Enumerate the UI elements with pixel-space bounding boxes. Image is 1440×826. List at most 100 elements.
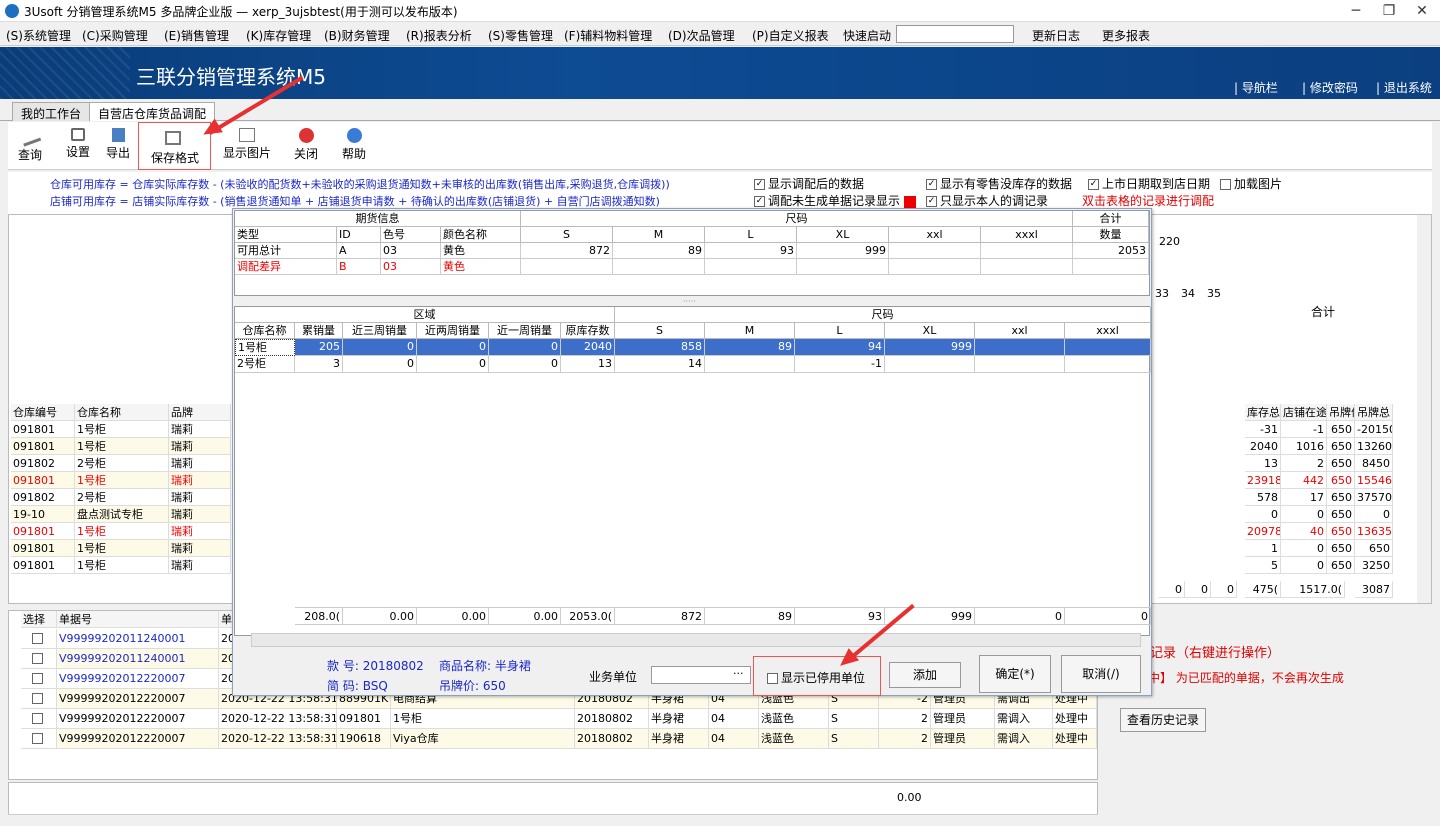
table-row-cell[interactable]: 0 [417,339,489,356]
table-row-cell[interactable]: 0 [343,356,417,373]
table-cell: 136357 [1355,523,1393,540]
row-select-checkbox[interactable] [21,629,57,649]
table-row-cell[interactable]: 999 [885,339,975,356]
table-cell: 2号柜 [75,455,169,472]
menu-purchase[interactable]: (C)采购管理 [82,27,148,44]
menu-materials[interactable]: (F)辅料物料管理 [564,27,652,44]
menu-finance[interactable]: (B)财务管理 [324,27,390,44]
menu-inventory[interactable]: (K)库存管理 [246,27,311,44]
table-cell: S [829,729,879,749]
show-disabled-checkbox[interactable]: 显示已停用单位 [767,669,865,686]
table-cell [889,259,981,275]
ok-button[interactable]: 确定(*) [979,655,1051,693]
menu-defects[interactable]: (D)次品管理 [668,27,735,44]
table-row-cell[interactable]: 14 [615,356,705,373]
menu-more-reports[interactable]: 更多报表 [1102,27,1150,44]
table-cell: 650 [1327,421,1355,438]
allocation-note: 处理中】 为已匹配的单据，不会再次生成 [1124,671,1344,685]
table-cell: 650 [1327,489,1355,506]
table-cell: 091801 [11,421,75,438]
menu-sales[interactable]: (E)销售管理 [164,27,229,44]
table-row-cell[interactable] [705,356,795,373]
table-row-cell[interactable]: 89 [705,339,795,356]
column-header: xxl [975,323,1065,339]
dialog-hscrollbar[interactable] [251,633,1141,647]
table-row-cell[interactable]: 2040 [561,339,615,356]
table-row-cell[interactable]: 2号柜 [235,356,295,373]
table-row-cell[interactable] [1065,356,1151,373]
nav-link[interactable]: | 导航栏 [1234,79,1278,96]
row-select-checkbox[interactable] [21,709,57,729]
column-header: 近一周销量 [489,323,561,339]
change-password-link[interactable]: | 修改密码 [1302,79,1358,96]
app-banner: 三联分销管理系统M5 | 导航栏 | 修改密码 | 退出系统 [0,47,1440,99]
column-header: 店铺在途 [1281,404,1327,421]
minimize-icon[interactable]: ─ [1344,1,1368,21]
opt-show-unallocated[interactable]: ✓ 调配未生成单据记录显示 [754,192,917,209]
table-cell: 调配差异 [235,259,337,275]
quick-start-input[interactable] [896,25,1014,43]
opt-show-retail[interactable]: ✓ 显示有零售没库存的数据 [926,175,1072,192]
table-cell: 瑞莉 [169,472,231,489]
splitter-handle[interactable]: ····· [683,297,696,306]
column-header: 颜色名称 [441,227,521,243]
table-row-cell[interactable]: 1号柜 [235,339,295,356]
row-select-checkbox[interactable] [21,729,57,749]
table-cell: 5 [1245,557,1281,574]
table-row-cell[interactable] [975,339,1065,356]
row-select-checkbox[interactable] [21,669,57,689]
table-row-cell[interactable]: 13 [561,356,615,373]
group-header-total: 合计 [1073,211,1149,227]
row-select-checkbox[interactable] [21,649,57,669]
table-cell: 03 [381,259,441,275]
table-cell: 17 [1281,489,1327,506]
table-row-cell[interactable]: 0 [489,339,561,356]
menu-changelog[interactable]: 更新日志 [1032,27,1080,44]
logout-link[interactable]: | 退出系统 [1376,79,1432,96]
table-row-cell[interactable]: 0 [417,356,489,373]
save-format-icon [165,131,181,145]
menu-reports[interactable]: (R)报表分析 [406,27,472,44]
table-cell: 0 [1281,557,1327,574]
table-row-cell[interactable] [885,356,975,373]
restore-icon[interactable]: ❐ [1377,1,1401,21]
opt-show-after[interactable]: ✓ 显示调配后的数据 [754,175,864,192]
table-row-cell[interactable]: 3 [295,356,343,373]
table-cell: 瑞莉 [169,557,231,574]
show-image-button[interactable]: 显示图片 [222,128,272,161]
table-row-cell[interactable]: 858 [615,339,705,356]
help-button[interactable]: 帮助 [340,128,368,162]
tab-store-allocation[interactable]: 自营店仓库货品调配 [89,102,216,121]
settings-button[interactable]: 设置 [64,128,92,160]
bottom-hscrollbar[interactable] [8,814,1098,826]
column-header: 库存总 [1245,404,1281,421]
table-cell: 89 [613,243,705,259]
table-cell: 1号柜 [75,472,169,489]
export-button[interactable]: 导出 [104,128,132,161]
query-button[interactable]: 查询 [16,125,44,163]
row-select-checkbox[interactable] [21,689,57,709]
table-row-cell[interactable]: 205 [295,339,343,356]
history-button[interactable]: 查看历史记录 [1120,708,1206,732]
add-button[interactable]: 添加 [889,662,961,688]
opt-load-image[interactable]: 加载图片 [1220,175,1282,192]
close-button[interactable]: 关闭 [292,128,320,162]
table-row-cell[interactable] [975,356,1065,373]
menu-system[interactable]: (S)系统管理 [6,27,71,44]
menu-custom-reports[interactable]: (P)自定义报表 [752,27,829,44]
table-row-cell[interactable]: -1 [795,356,885,373]
table-cell: 半身裙 [649,709,709,729]
stock-grid-scrollbar[interactable] [1417,215,1431,603]
table-cell: 1 [1245,540,1281,557]
cancel-button[interactable]: 取消(/) [1061,655,1141,693]
menu-retail[interactable]: (S)零售管理 [488,27,553,44]
opt-launch-date[interactable]: ✓ 上市日期取到店日期 [1088,175,1210,192]
tab-workbench[interactable]: 我的工作台 [12,102,91,121]
table-row-cell[interactable] [1065,339,1151,356]
table-row-cell[interactable]: 0 [343,339,417,356]
table-row-cell[interactable]: 0 [489,356,561,373]
table-row-cell[interactable]: 94 [795,339,885,356]
close-icon[interactable]: ✕ [1410,1,1434,21]
opt-only-mine[interactable]: ✓ 只显示本人的调记录 [926,192,1048,209]
browse-icon[interactable]: ··· [733,667,744,680]
